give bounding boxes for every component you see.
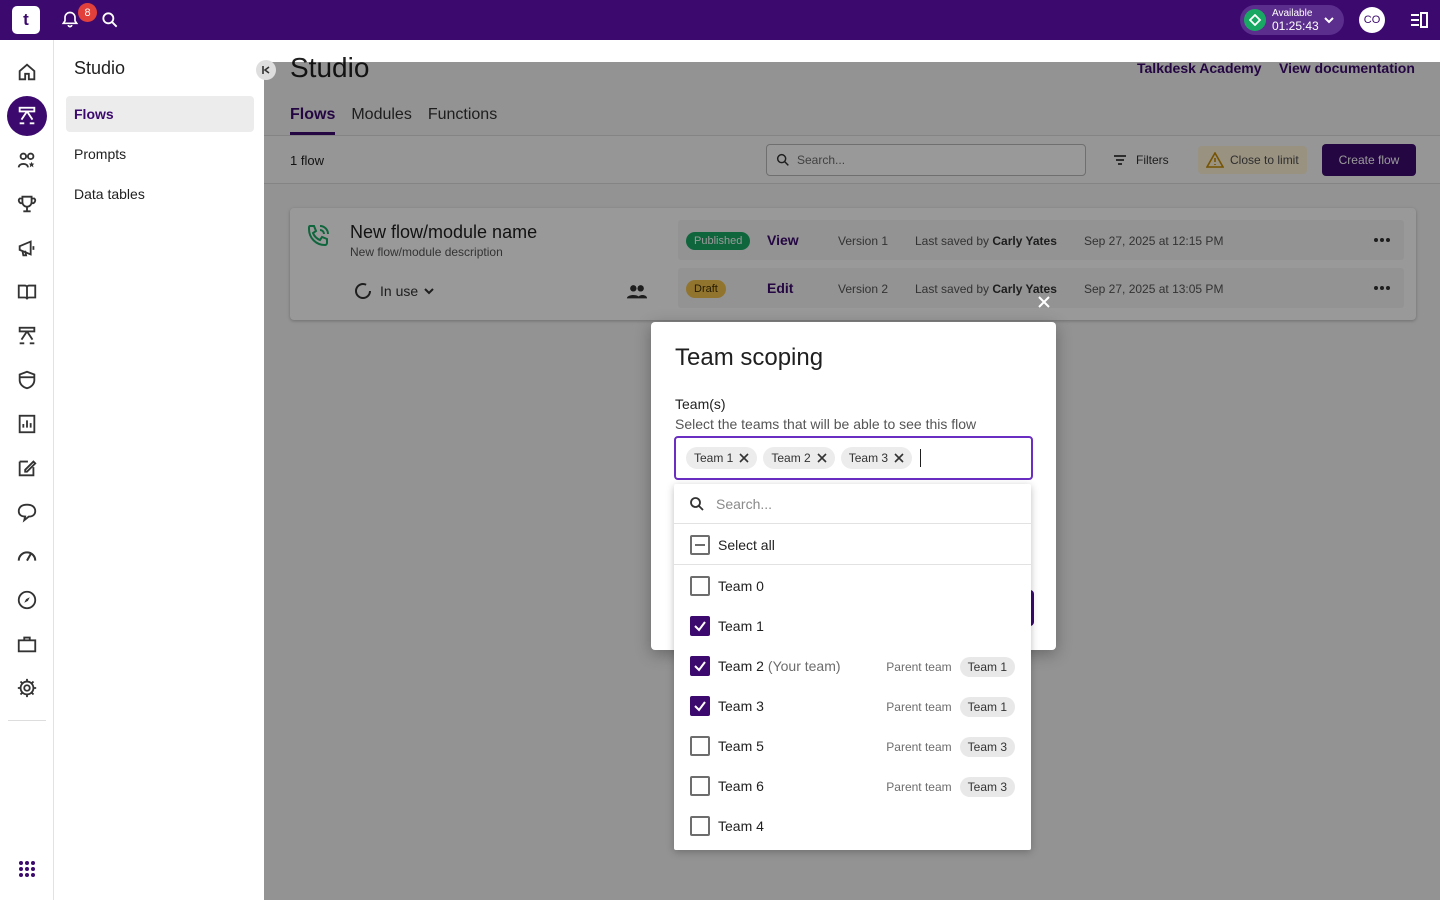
rail-divider: [8, 720, 46, 721]
team-chip-label: Team 1: [694, 451, 734, 465]
select-all-option[interactable]: Select all: [674, 525, 1031, 565]
status-available-icon: [1244, 9, 1266, 31]
search-icon: [690, 496, 704, 511]
option-label: Team 0: [718, 578, 764, 594]
indeterminate-checkbox[interactable]: [690, 534, 710, 555]
chevron-left-icon: [262, 66, 270, 74]
option-label: Team 6: [718, 778, 764, 794]
teams-field-help: Select the teams that will be able to se…: [675, 416, 977, 432]
chat-icon[interactable]: [15, 500, 39, 524]
check-icon: [694, 661, 706, 672]
dialog-title: Team scoping: [675, 344, 824, 371]
team-option[interactable]: Team 0: [674, 566, 1031, 606]
gear-icon[interactable]: [15, 676, 39, 700]
dropdown-search: [674, 484, 1031, 524]
sidebar-item-data-tables[interactable]: Data tables: [66, 176, 254, 212]
shield-icon[interactable]: [15, 368, 39, 392]
collapse-sidebar-button[interactable]: [256, 60, 276, 80]
team-chip: Team 3: [840, 447, 913, 469]
parent-team-chip: Team 1: [959, 657, 1015, 677]
side-panel-icon[interactable]: [1409, 10, 1429, 30]
remove-chip-icon[interactable]: [894, 453, 904, 463]
notification-badge: 8: [78, 3, 97, 22]
apps-grid-icon[interactable]: [15, 857, 39, 881]
compass-icon[interactable]: [15, 588, 39, 612]
checkbox[interactable]: [690, 816, 710, 836]
check-icon: [694, 701, 706, 712]
team-option[interactable]: Team 4: [674, 806, 1031, 846]
option-label: Team 2: [718, 658, 764, 674]
status-label: Available: [1272, 7, 1313, 19]
megaphone-icon[interactable]: [15, 236, 39, 260]
check-icon: [694, 621, 706, 632]
agent-status-selector[interactable]: Available 01:25:43: [1240, 5, 1344, 35]
parent-team-chip: Team 1: [959, 697, 1015, 717]
team-option[interactable]: Team 1: [674, 606, 1031, 646]
parent-team-chip: Team 3: [959, 777, 1015, 797]
chevron-down-icon: [1322, 13, 1336, 32]
team-chip: Team 1: [686, 447, 758, 469]
edit-icon[interactable]: [15, 456, 39, 480]
studio-icon[interactable]: [15, 104, 39, 128]
top-bar: t 8 Available 01:25:43 CO: [0, 0, 1440, 40]
checkbox[interactable]: [690, 696, 710, 716]
sidebar-item-prompts[interactable]: Prompts: [66, 136, 254, 172]
search-icon[interactable]: [100, 10, 120, 30]
option-label: Team 5: [718, 738, 764, 754]
checkbox[interactable]: [690, 776, 710, 796]
teams-dropdown: Select all Team 0 Team 1 Team 2 (Your te…: [674, 484, 1031, 850]
book-icon[interactable]: [15, 280, 39, 304]
trophy-icon[interactable]: [15, 192, 39, 216]
parent-team-label: Parent team: [886, 700, 952, 714]
option-label: Select all: [718, 536, 775, 553]
teams-multiselect[interactable]: Team 1 Team 2 Team 3: [674, 436, 1033, 480]
parent-team: Parent team Team 1: [886, 657, 1015, 677]
text-caret: [920, 449, 922, 467]
parent-team: Parent team Team 1: [886, 697, 1015, 717]
avatar[interactable]: CO: [1359, 7, 1385, 33]
parent-team-chip: Team 3: [959, 737, 1015, 757]
team-option[interactable]: Team 5 Parent team Team 3: [674, 726, 1031, 766]
remove-chip-icon[interactable]: [739, 453, 749, 463]
option-label: Team 4: [718, 818, 764, 834]
flow-icon[interactable]: [15, 324, 39, 348]
bell-icon[interactable]: [60, 10, 80, 30]
parent-team-label: Parent team: [886, 780, 952, 794]
parent-team: Parent team Team 3: [886, 777, 1015, 797]
app-logo[interactable]: t: [12, 6, 40, 34]
team-chip: Team 2: [763, 447, 835, 469]
parent-team-label: Parent team: [886, 740, 952, 754]
header-strip: [264, 40, 1440, 62]
studio-sidebar: Studio Flows Prompts Data tables: [54, 40, 264, 900]
status-timer: 01:25:43: [1272, 18, 1319, 33]
reports-icon[interactable]: [15, 412, 39, 436]
checkbox[interactable]: [690, 576, 710, 596]
team-option[interactable]: Team 3 Parent team Team 1: [674, 686, 1031, 726]
checkbox[interactable]: [690, 616, 710, 636]
sidebar-item-flows[interactable]: Flows: [66, 96, 254, 132]
briefcase-icon[interactable]: [15, 632, 39, 656]
parent-team: Parent team Team 3: [886, 737, 1015, 757]
teams-field-label: Team(s): [675, 396, 726, 412]
option-label: Team 1: [718, 618, 764, 634]
parent-team-label: Parent team: [886, 660, 952, 674]
close-icon[interactable]: [1034, 292, 1054, 312]
dropdown-search-input[interactable]: [716, 495, 1006, 512]
users-icon[interactable]: [15, 148, 39, 172]
team-option[interactable]: Team 2 (Your team) Parent team Team 1: [674, 646, 1031, 686]
checkbox[interactable]: [690, 736, 710, 756]
home-icon[interactable]: [15, 60, 39, 84]
option-label: Team 3: [718, 698, 764, 714]
checkbox[interactable]: [690, 656, 710, 676]
team-chip-label: Team 3: [848, 451, 889, 465]
team-option[interactable]: Team 6 Parent team Team 3: [674, 766, 1031, 806]
team-chip-label: Team 2: [771, 451, 811, 465]
your-team-note: (Your team): [767, 658, 841, 674]
remove-chip-icon[interactable]: [817, 453, 827, 463]
gauge-icon[interactable]: [15, 544, 39, 568]
sidebar-title: Studio: [74, 58, 126, 78]
app-rail: [0, 40, 54, 900]
